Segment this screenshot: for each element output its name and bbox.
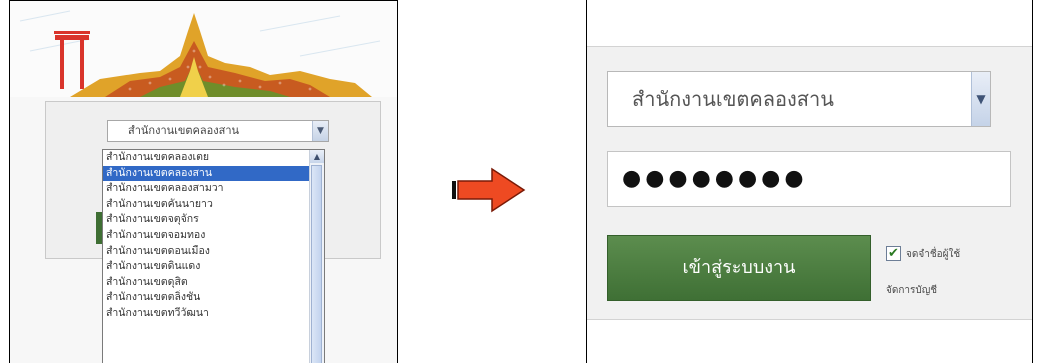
district-select-value: สำนักงานเขตคลองสาน [632,87,834,111]
right-arrow-icon [452,167,526,217]
district-select[interactable]: สำนักงานเขตคลองสาน ▼ [107,120,329,142]
login-card-zoomed: สำนักงานเขตคลองสาน ▼ ●●●●●●●● เข้าสู่ระบ… [587,46,1032,320]
dropdown-option-selected[interactable]: สำนักงานเขตคลองสาน [103,165,311,182]
remember-label[interactable]: จดจำชื่อผู้ใช้ [906,247,960,262]
dropdown-option[interactable]: สำนักงานเขตทวีวัฒนา [103,306,311,322]
district-select[interactable]: สำนักงานเขตคลองสาน ▼ [607,71,991,127]
dropdown-option[interactable]: สำนักงานเขตดอนเมือง [103,244,311,260]
district-dropdown-list[interactable]: สำนักงานเขตคลองเตย สำนักงานเขตคลองสาน สำ… [102,149,325,363]
manage-account-link[interactable]: จัดการบัญชี [886,283,937,298]
password-field[interactable]: ●●●●●●●● [607,151,1011,207]
login-button[interactable]: เข้าสู่ระบบงาน [607,235,871,301]
password-masked-value: ●●●●●●●● [622,166,808,191]
dropdown-option[interactable]: สำนักงานเขตคลองเตย [103,150,311,166]
login-button-label: เข้าสู่ระบบงาน [682,257,796,278]
scrollbar-thumb[interactable] [311,165,322,363]
dropdown-option[interactable]: สำนักงานเขตจอมทอง [103,228,311,244]
temple-banner-image [10,1,397,97]
remember-checkbox[interactable]: ✔ [886,246,901,261]
dropdown-option[interactable]: สำนักงานเขตดุสิต [103,275,311,291]
chevron-down-icon[interactable]: ▼ [971,72,990,126]
dropdown-option[interactable]: สำนักงานเขตคลองสามวา [103,181,311,197]
dropdown-scrollbar[interactable]: ▲ [309,150,324,363]
right-screenshot-panel: สำนักงานเขตคลองสาน ▼ ●●●●●●●● เข้าสู่ระบ… [586,0,1033,363]
district-select-value: สำนักงานเขตคลองสาน [128,124,240,137]
dropdown-option[interactable]: สำนักงานเขตจตุจักร [103,212,311,228]
left-screenshot-panel: สำนักงานเขตคลองสาน ▼ สำนักงานเขตคลองเตย … [9,0,398,363]
scroll-up-arrow-icon[interactable]: ▲ [310,150,324,163]
dropdown-option[interactable]: สำนักงานเขตดินแดง [103,259,311,275]
dropdown-option[interactable]: สำนักงานเขตคันนายาว [103,197,311,213]
chevron-down-icon[interactable]: ▼ [312,121,328,141]
dropdown-option[interactable]: สำนักงานเขตตลิ่งชัน [103,290,311,306]
